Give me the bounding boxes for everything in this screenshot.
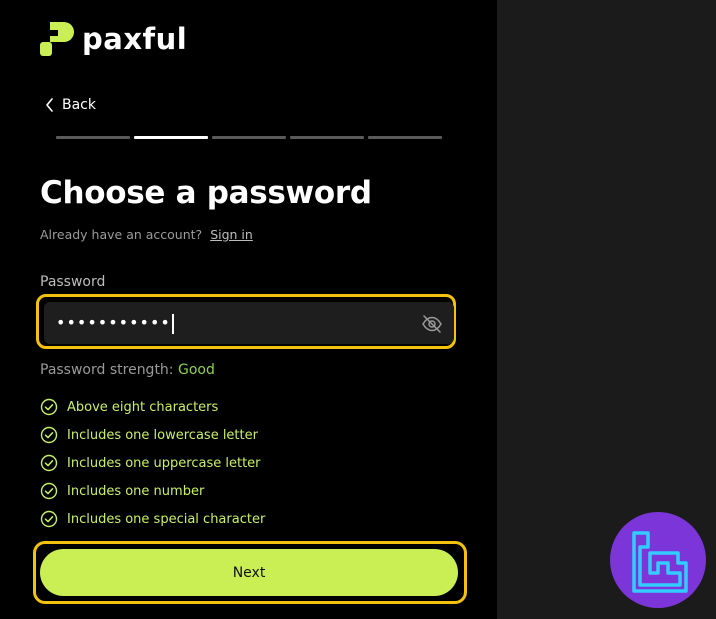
step-progress	[56, 136, 442, 139]
account-prompt: Already have an account? Sign in	[40, 227, 253, 242]
sign-in-link[interactable]: Sign in	[210, 227, 253, 242]
check-circle-icon	[40, 510, 58, 528]
check-circle-icon	[40, 426, 58, 444]
requirement-label: Includes one special character	[67, 511, 266, 527]
eye-off-icon[interactable]	[421, 315, 443, 333]
requirement-item: Includes one uppercase letter	[40, 449, 265, 477]
strength-label: Password strength:	[40, 362, 174, 378]
chevron-left-icon	[46, 98, 53, 112]
brand-logo: paxful	[40, 22, 187, 56]
requirement-item: Above eight characters	[40, 393, 265, 421]
password-strength: Password strength: Good	[40, 362, 215, 378]
password-input-value[interactable]: •••••••••••	[56, 313, 174, 334]
next-button[interactable]: Next	[40, 549, 458, 596]
back-label: Back	[62, 97, 96, 113]
account-prompt-text: Already have an account?	[40, 227, 203, 242]
requirement-label: Above eight characters	[67, 399, 219, 415]
tc-logo-glyph	[632, 531, 688, 593]
back-button[interactable]: Back	[44, 97, 96, 113]
requirement-item: Includes one number	[40, 477, 265, 505]
password-requirements: Above eight characters Includes one lowe…	[40, 393, 265, 533]
requirement-label: Includes one lowercase letter	[67, 427, 258, 443]
progress-step-4	[290, 136, 364, 139]
password-label: Password	[40, 274, 106, 290]
check-circle-icon	[40, 482, 58, 500]
progress-step-5	[368, 136, 442, 139]
signup-panel: paxful Back Choose a password Already ha…	[0, 0, 497, 619]
text-caret	[171, 313, 174, 334]
tc-logo-icon	[610, 512, 706, 608]
progress-step-2	[134, 136, 208, 139]
paxful-logo-icon	[40, 22, 74, 56]
progress-step-1	[56, 136, 130, 139]
strength-value: Good	[177, 362, 215, 378]
progress-step-3	[212, 136, 286, 139]
brand-name: paxful	[82, 22, 188, 56]
page-title: Choose a password	[40, 175, 372, 211]
check-circle-icon	[40, 454, 58, 472]
requirement-label: Includes one uppercase letter	[67, 455, 261, 471]
requirement-item: Includes one lowercase letter	[40, 421, 265, 449]
requirement-item: Includes one special character	[40, 505, 265, 533]
check-circle-icon	[40, 398, 58, 416]
requirement-label: Includes one number	[67, 483, 205, 499]
